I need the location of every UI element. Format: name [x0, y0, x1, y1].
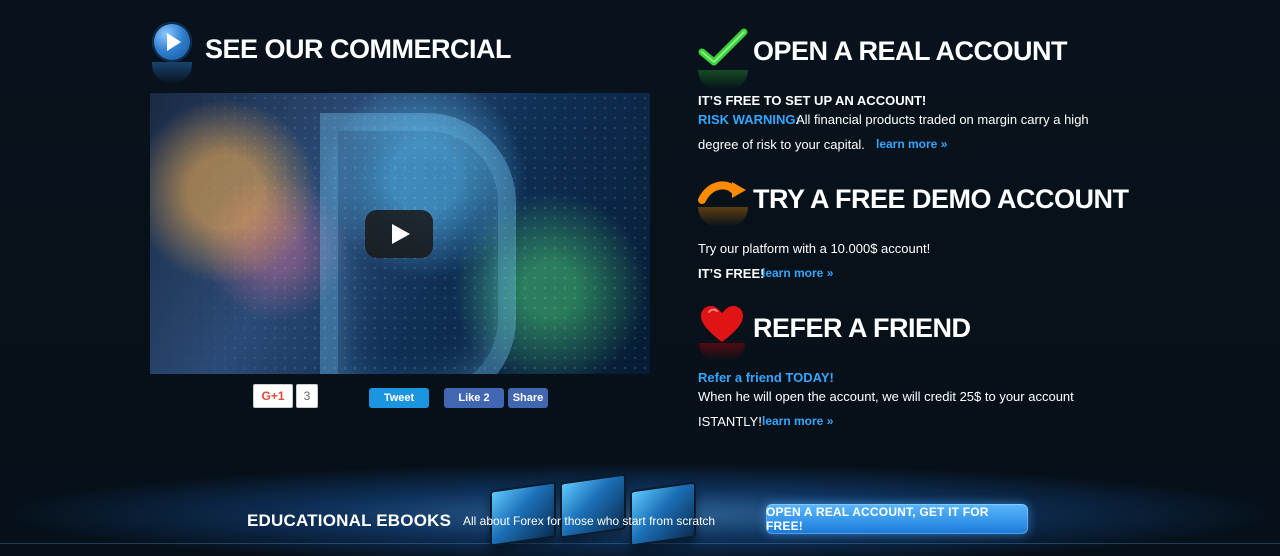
demo-account-text: Try our platform with a 10.000$ account!: [698, 241, 931, 256]
demo-account-free-text: IT’S FREE!: [698, 266, 765, 281]
checkmark-icon: [698, 28, 748, 66]
checkmark-icon-reflection: [698, 70, 748, 90]
heart-icon-reflection: [699, 343, 745, 361]
ebooks-title: EDUCATIONAL EBOOKS: [247, 511, 452, 530]
real-account-free-text: IT’S FREE TO SET UP AN ACCOUNT!: [698, 93, 927, 108]
gplus-label: G+1: [261, 389, 285, 403]
commercial-title: SEE OUR COMMERCIAL: [205, 34, 512, 64]
page: SEE OUR COMMERCIAL G+1 3 Tweet Like 2 Sh…: [0, 0, 1280, 556]
risk-warning-text-2: degree of risk to your capital.: [698, 137, 865, 152]
demo-account-title: TRY A FREE DEMO ACCOUNT: [753, 184, 1129, 214]
ebooks-image: [480, 468, 730, 547]
refer-friend-today-text: Refer a friend TODAY!: [698, 370, 834, 385]
video-play-button[interactable]: [365, 210, 433, 258]
facebook-share-label: Share: [512, 392, 544, 404]
arrow-icon: [698, 181, 746, 204]
real-account-learn-more-link[interactable]: learn more »: [876, 137, 947, 151]
demo-account-learn-more-link[interactable]: learn more »: [762, 266, 833, 280]
ebook-cover: [560, 473, 626, 539]
heart-icon: [701, 306, 743, 342]
ebooks-subtitle: All about Forex for those who start from…: [463, 514, 716, 528]
cta-label: OPEN A REAL ACCOUNT, GET IT FOR FREE!: [766, 505, 989, 533]
play-circle-icon: [152, 22, 192, 62]
facebook-like-button[interactable]: Like 2: [444, 388, 504, 408]
refer-friend-title: REFER A FRIEND: [753, 313, 971, 343]
gplus-count: 3: [296, 384, 318, 408]
risk-warning-text: All financial products traded on margin …: [796, 112, 1089, 127]
refer-friend-learn-more-link[interactable]: learn more »: [762, 414, 833, 428]
gplus-button[interactable]: G+1: [253, 384, 293, 408]
real-account-title: OPEN A REAL ACCOUNT: [753, 36, 1068, 66]
refer-friend-instantly-text: ISTANTLY!: [698, 414, 762, 429]
refer-friend-credit-text: When he will open the account, we will c…: [698, 389, 1074, 404]
tweet-label: Tweet: [383, 392, 415, 404]
play-circle-icon-reflection: [152, 62, 192, 84]
risk-warning-label: RISK WARNING:: [698, 112, 800, 127]
open-real-account-cta-button[interactable]: OPEN A REAL ACCOUNT, GET IT FOR FREE!: [766, 504, 1028, 534]
facebook-like-label: Like 2: [458, 392, 490, 404]
arrow-icon-reflection: [698, 207, 748, 227]
tweet-button[interactable]: Tweet: [369, 388, 429, 408]
facebook-share-button[interactable]: Share: [508, 388, 548, 408]
commercial-video[interactable]: [150, 93, 650, 374]
